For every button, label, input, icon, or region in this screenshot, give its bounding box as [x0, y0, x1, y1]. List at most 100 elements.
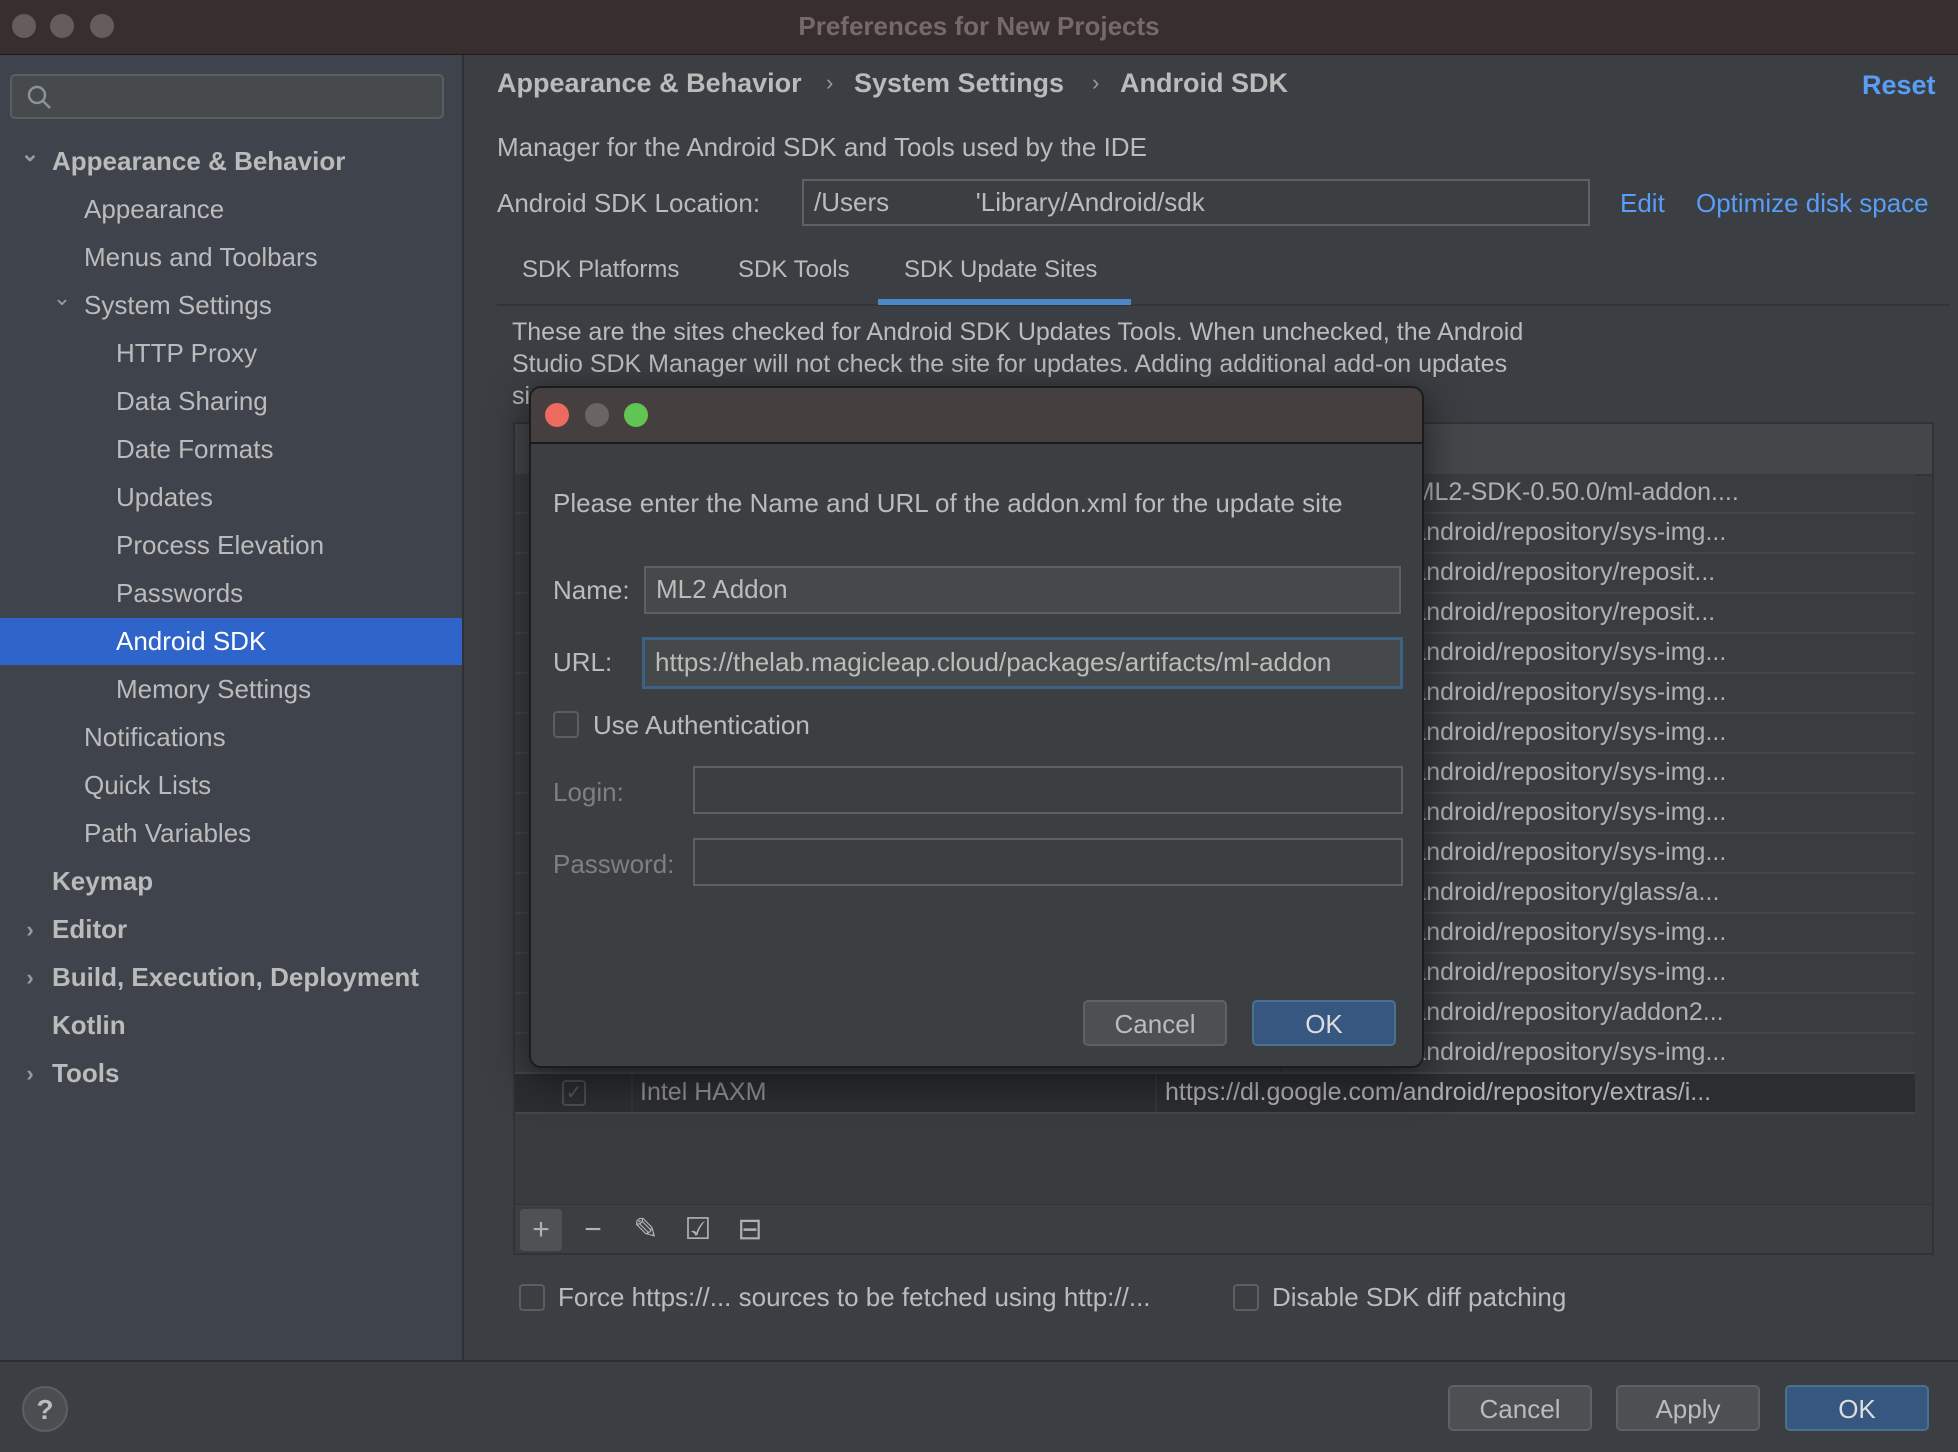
optimize-disk-space-link[interactable]: Optimize disk space — [1696, 188, 1929, 219]
sidebar-item[interactable]: Android SDK — [0, 618, 462, 665]
sidebar-item-label: Build, Execution, Deployment — [52, 962, 419, 992]
sidebar-item[interactable]: Data Sharing — [0, 378, 462, 425]
tab-divider — [497, 304, 1950, 306]
disable-diff-label: Disable SDK diff patching — [1272, 1282, 1567, 1312]
plus-icon: + — [532, 1213, 550, 1246]
sidebar-item[interactable]: ⌄ Appearance & Behavior — [0, 138, 462, 185]
sidebar-item[interactable]: Passwords — [0, 570, 462, 617]
force-http-label: Force https://... sources to be fetched … — [558, 1282, 1151, 1312]
sidebar-item-label: Tools — [52, 1058, 120, 1088]
login-label: Login: — [553, 777, 624, 807]
dialog-close-button[interactable] — [545, 403, 569, 427]
tab-sdk-update-sites[interactable]: SDK Update Sites — [904, 256, 1097, 284]
chevron-down-icon[interactable]: ⌄ — [18, 130, 42, 177]
help-button[interactable]: ? — [22, 1386, 68, 1432]
sidebar-item-label: HTTP Proxy — [116, 338, 258, 368]
window-title: Preferences for New Projects — [798, 11, 1160, 41]
help-icon: ? — [36, 1394, 54, 1425]
sidebar-item-label: Kotlin — [52, 1010, 126, 1040]
sidebar-item-label: Path Variables — [84, 818, 252, 848]
reset-link[interactable]: Reset — [1862, 70, 1936, 101]
pencil-icon: ✎ — [633, 1213, 659, 1246]
chevron-right-icon[interactable]: › — [18, 954, 42, 1001]
url-input[interactable]: https://thelab.magicleap.cloud/packages/… — [642, 637, 1403, 689]
sidebar-item[interactable]: Appearance — [0, 186, 462, 233]
tab-sdk-platforms[interactable]: SDK Platforms — [522, 256, 679, 284]
name-input[interactable]: ML2 Addon — [644, 566, 1401, 614]
apply-button[interactable]: Apply — [1616, 1385, 1760, 1431]
page-description: Manager for the Android SDK and Tools us… — [497, 132, 1147, 162]
password-label: Password: — [553, 849, 675, 879]
breadcrumb-item[interactable]: Appearance & Behavior — [497, 68, 802, 99]
sidebar-item[interactable]: Date Formats — [0, 426, 462, 473]
cancel-button[interactable]: Cancel — [1448, 1385, 1592, 1431]
dialog-title-bar — [531, 388, 1422, 444]
table-toolbar: + − ✎ ☑ ⊟ — [513, 1205, 1934, 1255]
breadcrumb-separator: › — [1092, 70, 1100, 95]
chevron-right-icon[interactable]: › — [18, 1050, 42, 1097]
force-http-checkbox[interactable] — [519, 1284, 545, 1311]
sidebar-item-label: Editor — [52, 914, 128, 944]
chevron-right-icon[interactable]: › — [18, 906, 42, 953]
sidebar-item-label: Notifications — [84, 722, 226, 752]
sidebar-item[interactable]: Memory Settings — [0, 666, 462, 713]
sidebar-item-label: Appearance & Behavior — [52, 146, 346, 176]
active-tab-indicator — [878, 299, 1131, 305]
sidebar-item-label: Keymap — [52, 866, 154, 896]
minus-icon: − — [584, 1213, 602, 1246]
select-all-button[interactable]: ☑ — [677, 1209, 719, 1251]
remove-site-button[interactable]: − — [572, 1209, 614, 1251]
password-input[interactable] — [693, 838, 1403, 886]
sidebar-item[interactable]: Keymap — [0, 858, 462, 905]
dialog-ok-button[interactable]: OK — [1252, 1000, 1396, 1046]
site-enabled-checkbox[interactable]: ✓ — [562, 1080, 586, 1106]
sidebar-item-label: Quick Lists — [84, 770, 212, 800]
sidebar-item[interactable]: Quick Lists — [0, 762, 462, 809]
chevron-down-icon[interactable]: ⌄ — [50, 274, 74, 321]
sidebar-item[interactable]: ⌄ System Settings — [0, 282, 462, 329]
checkbox-minus-icon: ⊟ — [737, 1213, 763, 1246]
dialog-minimize-button[interactable] — [585, 403, 609, 427]
info-text-line: Studio SDK Manager will not check the si… — [512, 350, 1508, 378]
dialog-cancel-button[interactable]: Cancel — [1083, 1000, 1227, 1046]
sdk-location-field[interactable]: /Users 'Library/Android/sdk — [802, 179, 1590, 226]
sidebar-item[interactable]: Notifications — [0, 714, 462, 761]
window-title-bar: Preferences for New Projects — [0, 0, 1958, 55]
ok-button[interactable]: OK — [1785, 1385, 1929, 1431]
sidebar-item[interactable]: › Build, Execution, Deployment — [0, 954, 462, 1001]
settings-search-input[interactable] — [10, 74, 444, 119]
sidebar-item[interactable]: › Tools — [0, 1050, 462, 1097]
breadcrumb-item: Android SDK — [1120, 68, 1288, 98]
login-input[interactable] — [693, 766, 1403, 814]
table-row[interactable]: ✓ Intel HAXM https://dl.google.com/android… — [515, 1074, 1915, 1114]
sidebar-item[interactable]: › Editor — [0, 906, 462, 953]
sidebar-item-label: Android SDK — [116, 626, 267, 656]
use-authentication-label: Use Authentication — [593, 710, 810, 740]
footer-divider — [0, 1360, 1958, 1362]
add-site-button[interactable]: + — [520, 1209, 562, 1251]
site-url: https://dl.google.com/android/repository… — [1165, 1078, 1712, 1106]
add-update-site-dialog: Please enter the Name and URL of the add… — [529, 386, 1424, 1068]
url-label: URL: — [553, 647, 613, 677]
sidebar-item-label: Appearance — [84, 194, 225, 224]
use-authentication-checkbox[interactable] — [553, 711, 579, 738]
disable-diff-checkbox[interactable] — [1233, 1284, 1259, 1311]
edit-sdk-location-link[interactable]: Edit — [1620, 188, 1665, 219]
sidebar-item[interactable]: HTTP Proxy — [0, 330, 462, 377]
dialog-zoom-button[interactable] — [624, 403, 648, 427]
edit-site-button[interactable]: ✎ — [625, 1209, 667, 1251]
sidebar-item-label: Data Sharing — [116, 386, 268, 416]
column-divider — [631, 1074, 633, 1112]
tab-sdk-tools[interactable]: SDK Tools — [738, 256, 850, 284]
sidebar-item[interactable]: Path Variables — [0, 810, 462, 857]
search-icon — [26, 84, 54, 117]
sidebar-item-label: Process Elevation — [116, 530, 325, 560]
sdk-location-label: Android SDK Location: — [497, 188, 761, 218]
info-text-line: si — [512, 382, 531, 410]
sidebar-item[interactable]: Updates — [0, 474, 462, 521]
deselect-all-button[interactable]: ⊟ — [729, 1209, 771, 1251]
sidebar-item[interactable]: Process Elevation — [0, 522, 462, 569]
sidebar-item[interactable]: Kotlin — [0, 1002, 462, 1049]
sidebar-item-label: System Settings — [84, 290, 272, 320]
breadcrumb-item[interactable]: System Settings — [854, 68, 1064, 99]
